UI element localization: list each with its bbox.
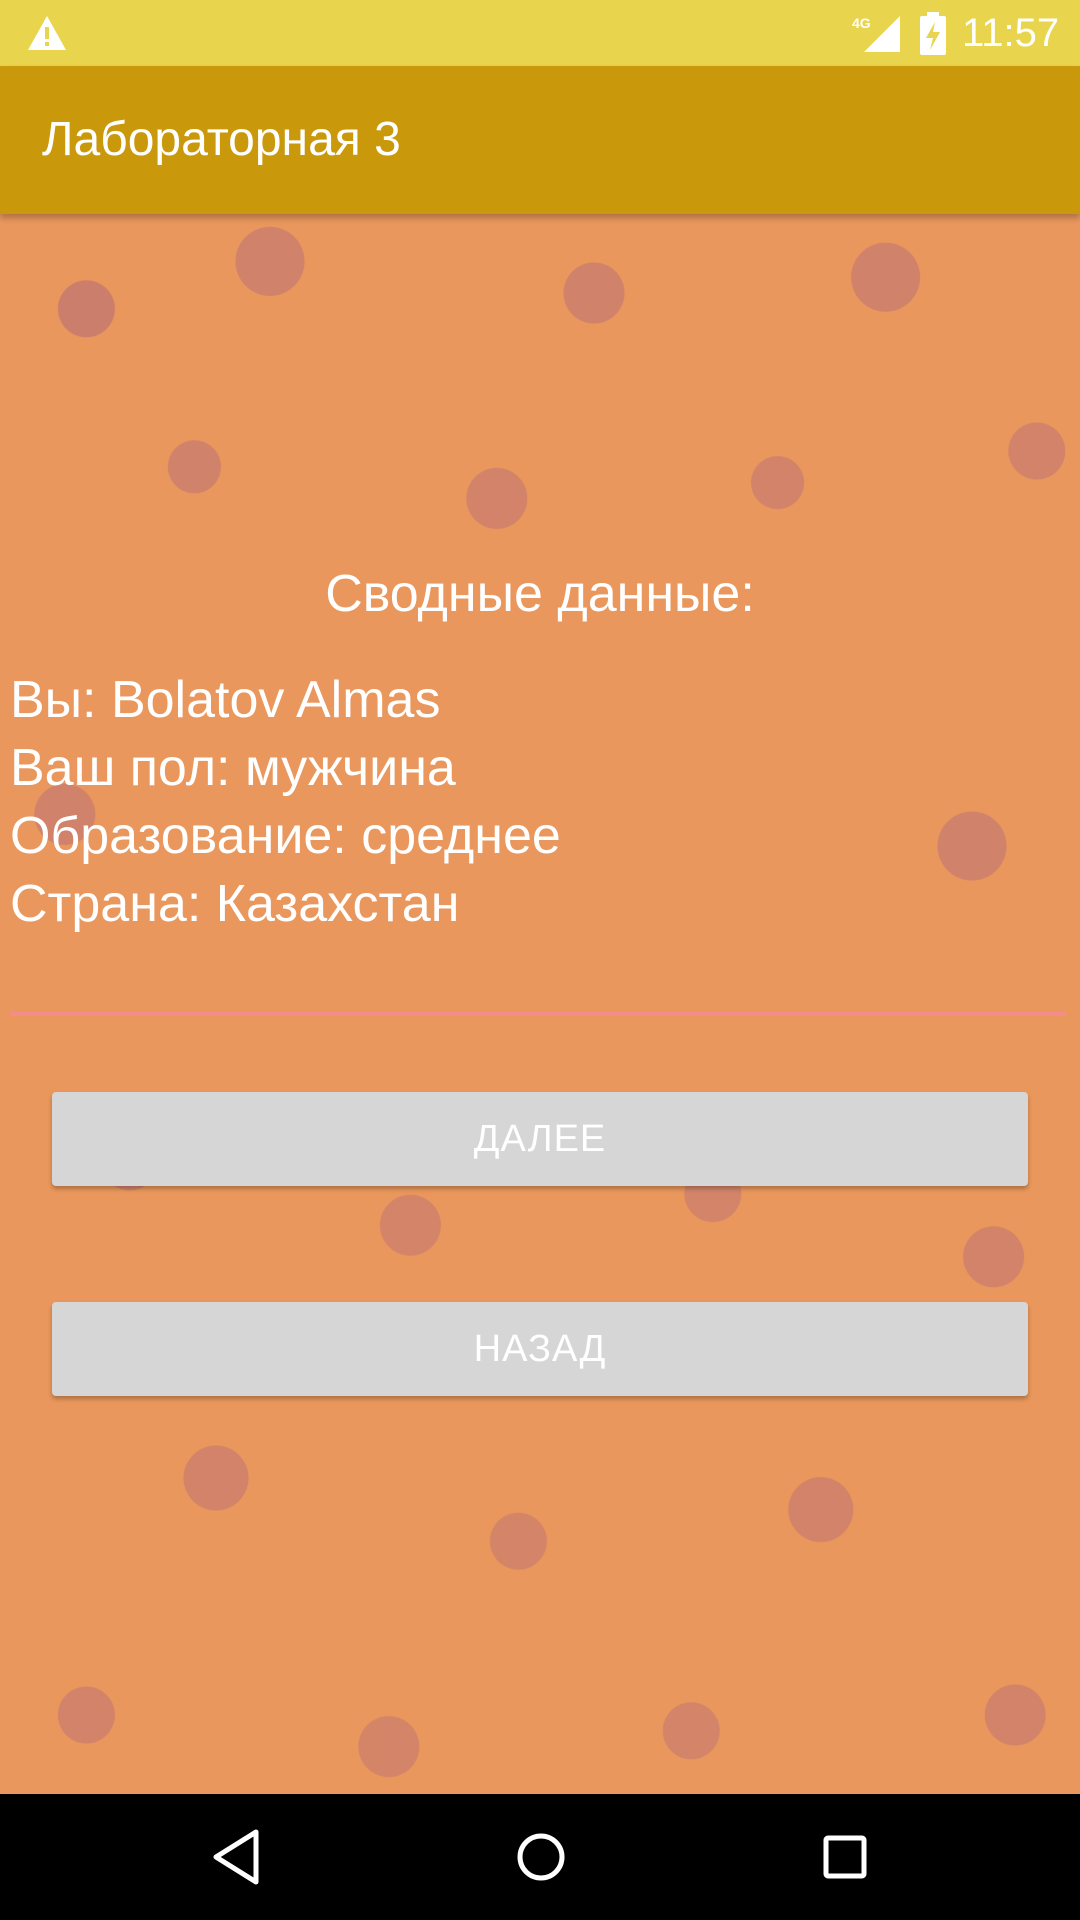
summary-line-gender: Ваш пол: мужчина bbox=[10, 739, 456, 797]
divider bbox=[10, 1012, 1066, 1016]
status-bar: 4G 11:57 bbox=[0, 0, 1080, 66]
signal-icon: 4G bbox=[852, 15, 900, 52]
home-icon[interactable] bbox=[508, 1824, 574, 1890]
content-area: Сводные данные: Вы: Bolatov Almas Ваш по… bbox=[0, 214, 1080, 1794]
summary-line-education: Образование: среднее bbox=[10, 807, 561, 865]
back-button[interactable]: НАЗАД bbox=[52, 1302, 1028, 1396]
app-title: Лабораторная 3 bbox=[42, 113, 401, 166]
navigation-bar bbox=[0, 1794, 1080, 1920]
summary-heading: Сводные данные: bbox=[325, 565, 755, 623]
summary-line-country: Страна: Казахстан bbox=[10, 875, 460, 933]
summary-list: Вы: Bolatov Almas Ваш пол: мужчина Образ… bbox=[10, 666, 561, 938]
summary-line-name: Вы: Bolatov Almas bbox=[10, 671, 441, 729]
status-time: 11:57 bbox=[962, 11, 1060, 55]
next-button[interactable]: ДАЛЕЕ bbox=[52, 1092, 1028, 1186]
network-type-label: 4G bbox=[852, 15, 871, 31]
back-icon[interactable] bbox=[204, 1824, 270, 1890]
screen: 4G 11:57 Лабораторная 3 Сводные данные: … bbox=[0, 0, 1080, 1920]
battery-charging-icon bbox=[920, 12, 946, 55]
recents-icon[interactable] bbox=[812, 1824, 878, 1890]
warning-icon bbox=[28, 16, 66, 50]
app-bar: Лабораторная 3 bbox=[0, 66, 1080, 214]
